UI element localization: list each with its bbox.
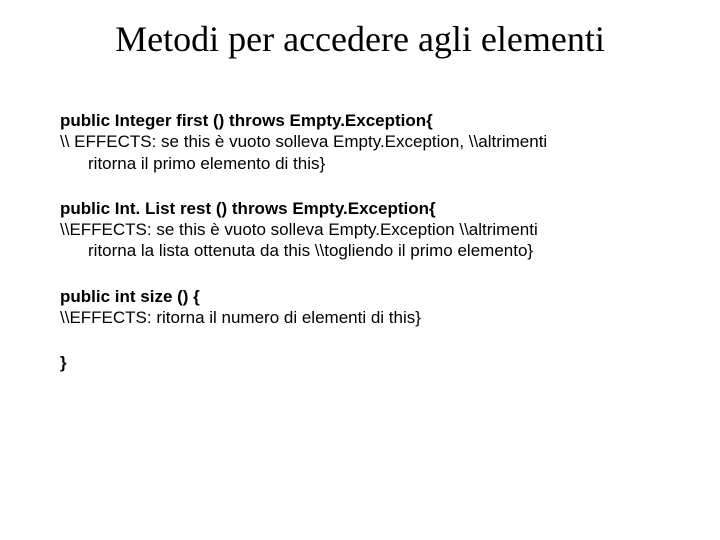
slide: Metodi per accedere agli elementi public…: [0, 0, 720, 540]
closing-brace: }: [60, 352, 660, 373]
slide-body: public Integer first () throws Empty.Exc…: [0, 60, 720, 373]
method-effects-line1: \\ EFFECTS: se this è vuoto solleva Empt…: [60, 131, 660, 152]
method-signature: public Int. List rest () throws Empty.Ex…: [60, 198, 660, 219]
method-effects-line2: ritorna il primo elemento di this}: [60, 153, 660, 174]
method-block-size: public int size () { \\EFFECTS: ritorna …: [60, 286, 660, 329]
method-signature: public Integer first () throws Empty.Exc…: [60, 110, 660, 131]
method-effects-line2: ritorna la lista ottenuta da this \\togl…: [60, 240, 660, 261]
method-effects-line1: \\EFFECTS: ritorna il numero di elementi…: [60, 307, 660, 328]
method-signature: public int size () {: [60, 286, 660, 307]
method-effects-line1: \\EFFECTS: se this è vuoto solleva Empty…: [60, 219, 660, 240]
method-block-rest: public Int. List rest () throws Empty.Ex…: [60, 198, 660, 262]
slide-title: Metodi per accedere agli elementi: [0, 0, 720, 60]
method-block-first: public Integer first () throws Empty.Exc…: [60, 110, 660, 174]
